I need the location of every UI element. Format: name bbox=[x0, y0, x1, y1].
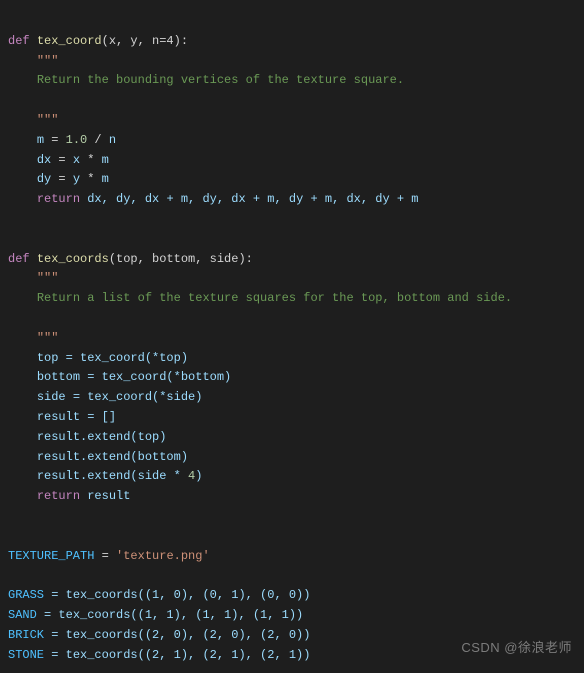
docstring-quote: """ bbox=[37, 54, 59, 68]
code-line: result.extend(top) bbox=[8, 430, 166, 444]
blank-line bbox=[8, 232, 15, 246]
code-line bbox=[8, 93, 15, 107]
code-line: """ bbox=[8, 331, 58, 345]
var: m bbox=[37, 133, 44, 147]
const-name: BRICK bbox=[8, 628, 44, 642]
blank-line bbox=[8, 529, 15, 543]
string-literal: 'texture.png' bbox=[116, 549, 210, 563]
code-line: """ bbox=[8, 271, 58, 285]
keyword-return: return bbox=[37, 192, 80, 206]
keyword-return: return bbox=[37, 489, 80, 503]
code-line: result.extend(bottom) bbox=[8, 450, 188, 464]
code-line: BRICK = tex_coords((2, 0), (2, 0), (2, 0… bbox=[8, 628, 310, 642]
code-line bbox=[8, 311, 15, 325]
code-line: m = 1.0 / n bbox=[8, 133, 116, 147]
code-line: result = [] bbox=[8, 410, 116, 424]
var: dx bbox=[37, 153, 51, 167]
docstring-text: Return the bounding vertices of the text… bbox=[37, 73, 404, 87]
code-line: """ bbox=[8, 113, 58, 127]
stmt: top = tex_coord(*top) bbox=[37, 351, 188, 365]
code-line: result.extend(side * 4) bbox=[8, 469, 202, 483]
stmt: bottom = tex_coord(*bottom) bbox=[37, 370, 231, 384]
code-line: side = tex_coord(*side) bbox=[8, 390, 202, 404]
params: (x, y, n=4): bbox=[102, 34, 188, 48]
params: (top, bottom, side): bbox=[109, 252, 253, 266]
stmt: result.extend(bottom) bbox=[37, 450, 188, 464]
code-line: SAND = tex_coords((1, 1), (1, 1), (1, 1)… bbox=[8, 608, 303, 622]
code-line: Return the bounding vertices of the text… bbox=[8, 73, 404, 87]
number: 1.0 bbox=[66, 133, 88, 147]
watermark-text: CSDN @徐浪老师 bbox=[461, 637, 572, 656]
const-name: GRASS bbox=[8, 588, 44, 602]
stmt: side = tex_coord(*side) bbox=[37, 390, 203, 404]
assign-rhs: = tex_coords((1, 1), (1, 1), (1, 1)) bbox=[37, 608, 303, 622]
return-expr: dx, dy, dx + m, dy, dx + m, dy + m, dx, … bbox=[80, 192, 418, 206]
code-line: """ bbox=[8, 54, 58, 68]
assign-rhs: = tex_coords((1, 0), (0, 1), (0, 0)) bbox=[44, 588, 310, 602]
code-line: STONE = tex_coords((2, 1), (2, 1), (2, 1… bbox=[8, 648, 310, 662]
code-line: top = tex_coord(*top) bbox=[8, 351, 188, 365]
code-line: GRASS = tex_coords((1, 0), (0, 1), (0, 0… bbox=[8, 588, 310, 602]
blank-line bbox=[8, 212, 15, 226]
code-line: return dx, dy, dx + m, dy, dx + m, dy + … bbox=[8, 192, 419, 206]
const-name: SAND bbox=[8, 608, 37, 622]
const-name: TEXTURE_PATH bbox=[8, 549, 94, 563]
const-name: STONE bbox=[8, 648, 44, 662]
keyword-def: def bbox=[8, 34, 30, 48]
docstring-quote: """ bbox=[37, 331, 59, 345]
code-line: def tex_coord(x, y, n=4): bbox=[8, 34, 188, 48]
stmt: result = [] bbox=[37, 410, 116, 424]
docstring-text: Return a list of the texture squares for… bbox=[37, 291, 512, 305]
docstring-quote: """ bbox=[37, 113, 59, 127]
keyword-def: def bbox=[8, 252, 30, 266]
code-line: dx = x * m bbox=[8, 153, 109, 167]
docstring-quote: """ bbox=[37, 271, 59, 285]
assign-rhs: = tex_coords((2, 0), (2, 0), (2, 0)) bbox=[44, 628, 310, 642]
blank-line bbox=[8, 568, 15, 582]
code-line: TEXTURE_PATH = 'texture.png' bbox=[8, 549, 210, 563]
code-line: Return a list of the texture squares for… bbox=[8, 291, 512, 305]
code-line: dy = y * m bbox=[8, 172, 109, 186]
fn-name: tex_coord bbox=[37, 34, 102, 48]
fn-name: tex_coords bbox=[37, 252, 109, 266]
return-expr: result bbox=[80, 489, 130, 503]
stmt: result.extend(top) bbox=[37, 430, 167, 444]
var: dy bbox=[37, 172, 51, 186]
code-line: def tex_coords(top, bottom, side): bbox=[8, 252, 253, 266]
code-line: return result bbox=[8, 489, 130, 503]
code-line: bottom = tex_coord(*bottom) bbox=[8, 370, 231, 384]
blank-line bbox=[8, 509, 15, 523]
code-block: def tex_coord(x, y, n=4): """ Return the… bbox=[0, 0, 584, 673]
assign-rhs: = tex_coords((2, 1), (2, 1), (2, 1)) bbox=[44, 648, 310, 662]
stmt: result.extend(side * bbox=[37, 469, 188, 483]
